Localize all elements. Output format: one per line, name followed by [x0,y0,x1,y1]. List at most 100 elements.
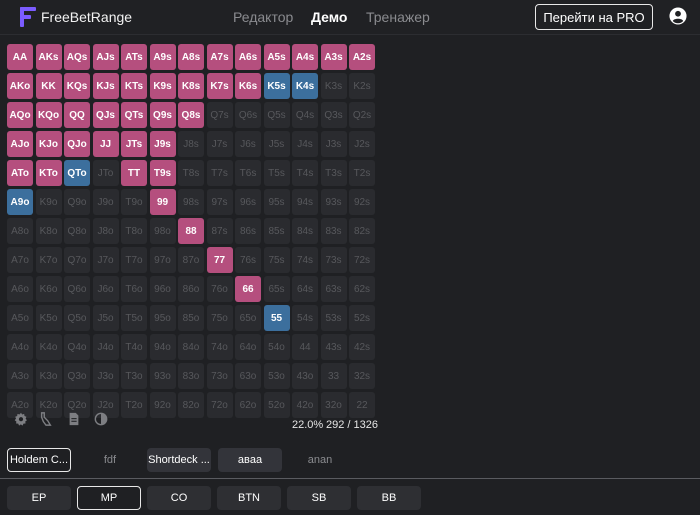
hand-cell[interactable]: 95s [263,189,290,215]
hand-cell[interactable]: 85o [178,305,204,331]
preset-shortdeck[interactable]: Shortdeck ... [147,448,211,472]
hand-cell[interactable]: 96o [149,276,176,302]
hand-cell[interactable]: A7o [7,247,33,273]
hand-cell[interactable]: J4o [92,334,119,360]
hand-cell[interactable]: 66 [235,276,261,302]
hand-cell[interactable]: 75o [206,305,233,331]
hand-cell[interactable]: AA [7,44,33,70]
brush-icon[interactable] [39,412,53,426]
hand-cell[interactable]: QJs [92,102,119,128]
hand-cell[interactable]: ATs [121,44,147,70]
document-icon[interactable] [67,412,81,426]
hand-cell[interactable]: T6o [121,276,147,302]
hand-cell[interactable]: Q2s [349,102,375,128]
hand-cell[interactable]: A6s [235,44,261,70]
hand-cell[interactable]: 62s [349,276,375,302]
go-pro-button[interactable]: Перейти на PRO [535,4,653,30]
hand-cell[interactable]: 62o [235,392,261,418]
hand-cell[interactable]: J3o [92,363,119,389]
hand-cell[interactable]: 54o [263,334,290,360]
hand-cell[interactable]: KQs [64,73,90,99]
hand-cell[interactable]: 52s [349,305,375,331]
hand-cell[interactable]: AKo [7,73,33,99]
hand-cell[interactable]: AQo [7,102,33,128]
hand-cell[interactable]: A8o [7,218,33,244]
hand-cell[interactable]: A5o [7,305,33,331]
hand-cell[interactable]: 83s [320,218,347,244]
hand-cell[interactable]: 77 [206,247,233,273]
hand-cell[interactable]: 93o [149,363,176,389]
hand-cell[interactable]: 55 [263,305,290,331]
hand-cell[interactable]: 93s [320,189,347,215]
logo[interactable]: FreeBetRange [20,7,132,27]
hand-cell[interactable]: A3s [320,44,347,70]
hand-cell[interactable]: QTs [121,102,147,128]
hand-cell[interactable]: 53o [263,363,290,389]
hand-cell[interactable]: Q8o [64,218,90,244]
hand-cell[interactable]: T4o [121,334,147,360]
hand-cell[interactable]: 33 [320,363,347,389]
hand-cell[interactable]: T8s [178,160,204,186]
hand-cell[interactable]: 98o [149,218,176,244]
hand-cell[interactable]: Q4o [64,334,90,360]
hand-cell[interactable]: AJs [92,44,119,70]
account-icon[interactable] [669,7,687,25]
hand-cell[interactable]: T2o [121,392,147,418]
position-ep[interactable]: EP [7,486,71,510]
hand-cell[interactable]: T3s [320,160,347,186]
hand-cell[interactable]: Q7s [206,102,233,128]
hand-cell[interactable]: KTo [35,160,62,186]
hand-cell[interactable]: 72s [349,247,375,273]
hand-cell[interactable]: 76o [206,276,233,302]
preset-anan[interactable]: anan [298,448,342,472]
hand-cell[interactable]: 84s [292,218,318,244]
hand-cell[interactable]: 86s [235,218,261,244]
hand-cell[interactable]: T6s [235,160,261,186]
hand-cell[interactable]: 22 [349,392,375,418]
hand-cell[interactable]: AKs [35,44,62,70]
hand-cell[interactable]: T9o [121,189,147,215]
hand-cell[interactable]: KJo [35,131,62,157]
hand-cell[interactable]: 63o [235,363,261,389]
hand-cell[interactable]: 73s [320,247,347,273]
nav-editor[interactable]: Редактор [233,9,293,25]
hand-cell[interactable]: 97o [149,247,176,273]
hand-cell[interactable]: T7s [206,160,233,186]
hand-cell[interactable]: K4o [35,334,62,360]
hand-cell[interactable]: 64o [235,334,261,360]
hand-cell[interactable]: A5s [263,44,290,70]
hand-cell[interactable]: 63s [320,276,347,302]
hand-cell[interactable]: T5o [121,305,147,331]
hand-cell[interactable]: TT [121,160,147,186]
hand-cell[interactable]: K7s [206,73,233,99]
hand-cell[interactable]: 84o [178,334,204,360]
hand-cell[interactable]: Q6s [235,102,261,128]
hand-cell[interactable]: Q9s [149,102,176,128]
hand-cell[interactable]: 42s [349,334,375,360]
hand-cell[interactable]: K2s [349,73,375,99]
hand-cell[interactable]: 85s [263,218,290,244]
hand-cell[interactable]: K6o [35,276,62,302]
hand-cell[interactable]: J8o [92,218,119,244]
hand-cell[interactable]: 64s [292,276,318,302]
hand-cell[interactable]: A3o [7,363,33,389]
gear-icon[interactable] [14,412,28,426]
hand-cell[interactable]: KK [35,73,62,99]
hand-cell[interactable]: T3o [121,363,147,389]
hand-cell[interactable]: JJ [92,131,119,157]
hand-cell[interactable]: A2s [349,44,375,70]
hand-cell[interactable]: QTo [64,160,90,186]
hand-cell[interactable]: 74s [292,247,318,273]
hand-cell[interactable]: T4s [292,160,318,186]
hand-cell[interactable]: 98s [178,189,204,215]
hand-cell[interactable]: K6s [235,73,261,99]
hand-cell[interactable]: Q5o [64,305,90,331]
preset-fdf[interactable]: fdf [93,448,127,472]
hand-cell[interactable]: JTo [92,160,119,186]
position-sb[interactable]: SB [287,486,351,510]
hand-cell[interactable]: Q9o [64,189,90,215]
hand-cell[interactable]: 42o [292,392,318,418]
hand-cell[interactable]: J9s [149,131,176,157]
hand-cell[interactable]: 94s [292,189,318,215]
hand-cell[interactable]: 83o [178,363,204,389]
